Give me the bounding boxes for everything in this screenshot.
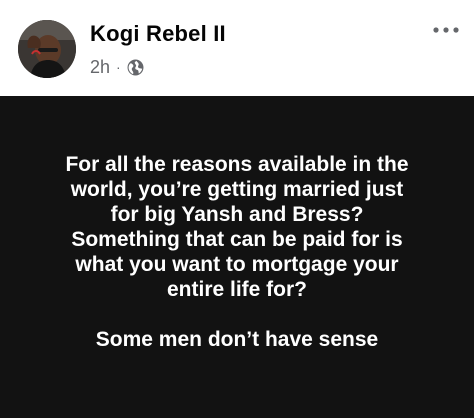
globe-icon[interactable] <box>127 59 144 76</box>
avatar-image <box>18 20 76 78</box>
avatar[interactable] <box>18 20 76 78</box>
post-body: For all the reasons available in the wor… <box>0 96 474 418</box>
post-text: For all the reasons available in the wor… <box>22 152 452 352</box>
post-text-line: entire life for? <box>166 278 308 301</box>
post-text-line: Something that can be paid for is <box>71 228 403 251</box>
meta-separator: · <box>116 59 121 75</box>
post-text-closing: Some men don’t have sense <box>95 328 379 351</box>
post-text-line: For all the reasons available in the <box>65 153 409 176</box>
post-timestamp[interactable]: 2h <box>90 57 110 78</box>
author-name[interactable]: Kogi Rebel II <box>90 21 226 47</box>
post-header: Kogi Rebel II 2h · <box>0 0 474 96</box>
post-text-line: world, you’re getting married just <box>70 178 404 201</box>
more-horizontal-icon <box>433 27 459 33</box>
post-meta: 2h · <box>90 55 144 79</box>
post-text-line: what you want to mortgage your <box>75 253 399 276</box>
post-text-line: for big Yansh and Bress? <box>110 203 364 226</box>
more-options-button[interactable] <box>428 18 464 42</box>
